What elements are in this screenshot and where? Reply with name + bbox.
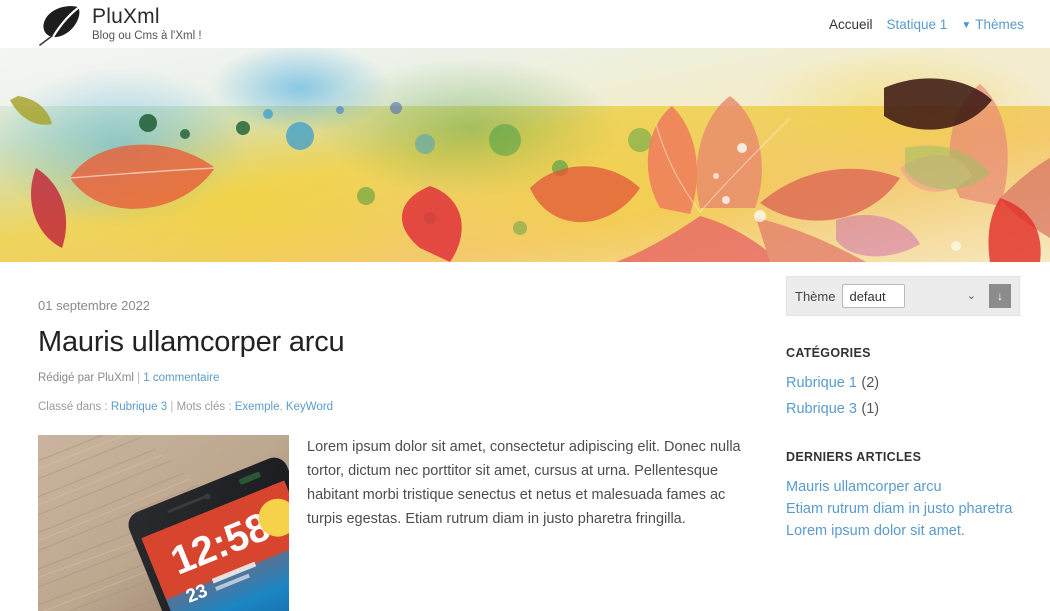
site-header: PluXml Blog ou Cms à l'Xml ! Accueil Sta… <box>0 0 1050 48</box>
nav-item-themes-label: Thèmes <box>975 16 1024 32</box>
article-category-link[interactable]: Rubrique 3 <box>111 401 167 413</box>
latest-articles-list: Mauris ullamcorper arcu Etiam rutrum dia… <box>786 476 1020 542</box>
theme-label: Thème <box>795 288 836 304</box>
theme-switcher: Thème defaut ⌄ ↓ <box>786 276 1020 316</box>
list-item: Rubrique 3 (1) <box>786 398 1020 420</box>
latest-articles-heading: DERNIERS ARTICLES <box>786 450 922 464</box>
tag-comma: , <box>279 401 283 413</box>
chevron-down-icon: ▼ <box>961 19 972 31</box>
article-title: Mauris ullamcorper arcu <box>38 326 345 358</box>
sidebar: Thème defaut ⌄ ↓ CATÉGORIES Rubrique 1 (… <box>786 262 1020 542</box>
nav-item-themes[interactable]: ▼ Thèmes <box>961 17 1024 32</box>
brand-block[interactable]: PluXml Blog ou Cms à l'Xml ! <box>34 2 202 46</box>
nav-item-statique-1[interactable]: Statique 1 <box>887 17 948 32</box>
categories-heading: CATÉGORIES <box>786 346 871 360</box>
theme-select-wrapper: defaut ⌄ <box>842 284 982 308</box>
meta-separator-2: | <box>170 401 174 413</box>
list-item: Rubrique 1 (2) <box>786 372 1020 394</box>
category-count-rubrique-1: (2) <box>861 375 880 391</box>
content-area: 01 septembre 2022 Mauris ullamcorper arc… <box>0 262 1050 611</box>
latest-article-link-3[interactable]: Lorem ipsum dolor sit amet. <box>786 523 965 539</box>
list-item: Etiam rutrum diam in justo pharetra <box>786 498 1020 520</box>
list-item: Mauris ullamcorper arcu <box>786 476 1020 498</box>
latest-article-link-1[interactable]: Mauris ullamcorper arcu <box>786 479 942 495</box>
article: 01 septembre 2022 Mauris ullamcorper arc… <box>38 262 754 611</box>
category-count-rubrique-3: (1) <box>861 401 880 417</box>
article-body-text: Lorem ipsum dolor sit amet, consectetur … <box>307 439 741 527</box>
categories-list: Rubrique 1 (2) Rubrique 3 (1) <box>786 372 1020 420</box>
chevron-down-icon: ⌄ <box>966 289 976 302</box>
list-item: Lorem ipsum dolor sit amet. <box>786 520 1020 542</box>
header-banner-image <box>0 48 1050 262</box>
page-root: PluXml Blog ou Cms à l'Xml ! Accueil Sta… <box>0 0 1050 611</box>
article-category-line: Classé dans : Rubrique 3 | Mots clés : E… <box>38 400 754 415</box>
category-link-rubrique-1[interactable]: Rubrique 1 <box>786 375 857 391</box>
brand-text: PluXml Blog ou Cms à l'Xml ! <box>92 6 202 43</box>
article-photo: 12:58 23 <box>38 435 289 611</box>
article-tag-keyword[interactable]: KeyWord <box>286 401 333 413</box>
leaf-icon <box>39 6 80 46</box>
main-nav: Accueil Statique 1 ▼ Thèmes <box>829 17 1024 32</box>
nav-item-accueil[interactable]: Accueil <box>829 17 873 32</box>
article-comments-link[interactable]: 1 commentaire <box>143 372 219 384</box>
theme-select[interactable]: defaut <box>842 284 906 308</box>
article-body: 12:58 23 Lorem ipsum dolor sit amet, con… <box>38 435 754 611</box>
site-title: PluXml <box>92 4 160 28</box>
category-prefix: Classé dans : <box>38 401 108 413</box>
article-author-line: Rédigé par PluXml | 1 commentaire <box>38 371 754 386</box>
site-tagline: Blog ou Cms à l'Xml ! <box>92 29 202 42</box>
category-link-rubrique-3[interactable]: Rubrique 3 <box>786 401 857 417</box>
article-tag-exemple[interactable]: Exemple <box>235 401 280 413</box>
tags-prefix: Mots clés : <box>176 401 232 413</box>
latest-article-link-2[interactable]: Etiam rutrum diam in justo pharetra <box>786 501 1012 517</box>
theme-submit-button[interactable]: ↓ <box>989 284 1011 308</box>
article-date: 01 septembre 2022 <box>38 298 151 313</box>
article-author: Rédigé par PluXml <box>38 372 134 384</box>
meta-separator: | <box>137 372 141 384</box>
